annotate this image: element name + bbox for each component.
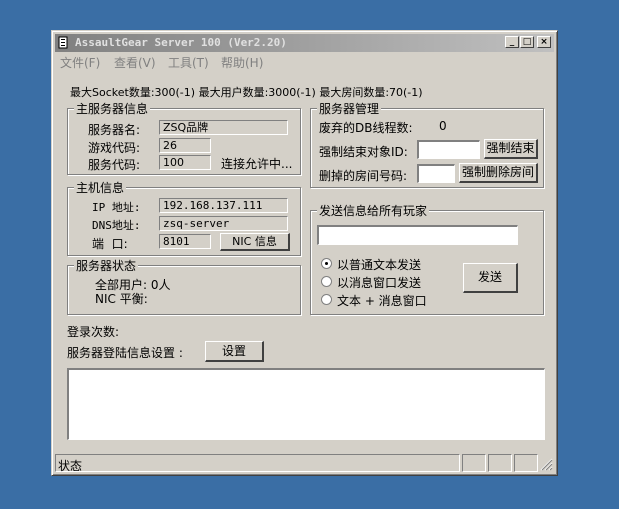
dns-label: DNS地址:	[92, 219, 141, 232]
menu-file[interactable]: 文件(F)	[60, 54, 100, 71]
status-pane-3	[488, 454, 512, 472]
close-button[interactable]: ×	[537, 36, 551, 48]
server-window: AssaultGear Server 100 (Ver2.20) _ □ × 文…	[51, 30, 558, 476]
radio-plain-text-label: 以普通文本发送	[337, 258, 422, 272]
menu-bar: 文件(F) 查看(V) 工具(T) 帮助(H)	[56, 53, 553, 71]
force-end-button[interactable]: 强制结束	[484, 139, 538, 159]
window-title: AssaultGear Server 100 (Ver2.20)	[75, 36, 287, 49]
main-server-group-title: 主服务器信息	[74, 100, 151, 117]
radio-text-and-window-label: 文本 + 消息窗口	[337, 294, 427, 308]
radio-text-and-window[interactable]	[321, 294, 332, 305]
delete-room-label: 删掉的房间号码:	[319, 169, 408, 183]
menu-tools[interactable]: 工具(T)	[168, 54, 209, 71]
log-textarea[interactable]	[67, 368, 545, 440]
service-code-field: 100	[159, 155, 211, 170]
status-text: 状态	[58, 459, 83, 473]
close-icon: ×	[540, 37, 548, 47]
status-pane-2	[462, 454, 486, 472]
ip-label: IP 地址:	[92, 201, 141, 214]
status-bar: 状态	[55, 453, 554, 473]
maximize-icon: □	[522, 37, 532, 47]
dns-field: zsq-server	[159, 216, 288, 231]
broadcast-group-title: 发送信息给所有玩家	[317, 202, 430, 219]
login-settings-label: 服务器登陆信息设置 :	[67, 346, 183, 360]
settings-button[interactable]: 设置	[205, 341, 264, 362]
server-name-label: 服务器名:	[88, 123, 141, 137]
status-pane-4	[514, 454, 538, 472]
ip-field: 192.168.137.111	[159, 198, 288, 213]
menu-help[interactable]: 帮助(H)	[221, 54, 263, 71]
minimize-icon: _	[509, 37, 515, 47]
status-pane-main: 状态	[55, 454, 460, 473]
broadcast-message-input[interactable]	[317, 225, 518, 245]
maximize-button[interactable]: □	[520, 36, 534, 48]
menu-view[interactable]: 查看(V)	[114, 54, 156, 71]
port-field: 8101	[159, 234, 211, 249]
login-count-label: 登录次数:	[67, 325, 120, 339]
radio-message-window[interactable]	[321, 276, 332, 287]
discarded-threads-value: 0	[439, 119, 447, 133]
game-code-field: 26	[159, 138, 211, 153]
nic-info-button[interactable]: NIC 信息	[220, 233, 290, 251]
server-name-field: ZSQ品牌	[159, 120, 288, 135]
game-code-label: 游戏代码:	[88, 141, 141, 155]
delete-room-input[interactable]	[417, 164, 455, 183]
force-delete-room-button[interactable]: 强制删除房间	[459, 163, 538, 183]
capacity-summary: 最大Socket数量:300(-1) 最大用户数量:3000(-1) 最大房间数…	[70, 86, 423, 99]
radio-message-window-label: 以消息窗口发送	[337, 276, 422, 290]
server-status-group-title: 服务器状态	[74, 257, 139, 274]
force-end-label: 强制结束对象ID:	[319, 145, 408, 159]
service-code-label: 服务代码:	[88, 158, 141, 172]
desktop: { "window": { "title": "AssaultGear Serv…	[0, 0, 619, 509]
resize-grip-icon[interactable]	[540, 458, 553, 471]
nic-balance-text: NIC 平衡:	[95, 292, 148, 306]
server-management-group-title: 服务器管理	[317, 100, 382, 117]
send-button[interactable]: 发送	[463, 263, 518, 293]
radio-plain-text[interactable]	[321, 258, 332, 269]
force-end-id-input[interactable]	[417, 140, 480, 159]
connection-status: 连接允许中...	[221, 157, 293, 171]
discarded-threads-label: 废弃的DB线程数:	[319, 121, 413, 135]
minimize-button[interactable]: _	[505, 36, 519, 48]
host-info-group-title: 主机信息	[74, 179, 127, 196]
title-bar[interactable]: AssaultGear Server 100 (Ver2.20) _ □ ×	[55, 34, 554, 52]
app-icon	[58, 36, 68, 49]
port-label: 端 口:	[92, 237, 128, 251]
